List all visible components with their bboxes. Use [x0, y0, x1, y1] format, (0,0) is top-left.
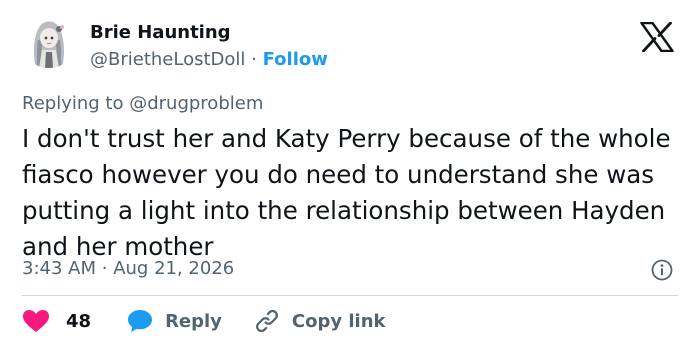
divider — [22, 295, 678, 296]
x-logo-icon[interactable] — [640, 21, 674, 53]
copy-link-label: Copy link — [291, 310, 386, 332]
speech-bubble-icon — [128, 310, 153, 332]
avatar[interactable] — [22, 14, 76, 68]
action-bar: 48 Reply Copy link — [22, 306, 386, 336]
author-handle-line: @BrietheLostDoll · Follow — [90, 49, 328, 70]
heart-icon — [23, 310, 49, 332]
reply-label: Reply — [165, 310, 222, 332]
reply-mention-link[interactable]: @drugproblem — [129, 93, 263, 114]
reply-button[interactable]: Reply — [127, 309, 222, 333]
follow-button[interactable]: Follow — [263, 49, 328, 70]
author-name[interactable]: Brie Haunting — [90, 22, 231, 43]
like-count: 48 — [66, 310, 92, 332]
tweet-time: 3:43 AM — [22, 258, 96, 279]
info-icon[interactable] — [651, 259, 673, 281]
author-handle[interactable]: @BrietheLostDoll — [90, 49, 245, 70]
handle-separator: · — [251, 49, 257, 70]
timestamp-separator: · — [101, 258, 108, 279]
like-button[interactable]: 48 — [22, 309, 91, 333]
copy-link-button[interactable]: Copy link — [254, 309, 386, 333]
link-icon — [255, 309, 278, 333]
reply-context: Replying to @drugproblem — [22, 93, 263, 114]
tweet-text: I don't trust her and Katy Perry because… — [22, 124, 671, 261]
reply-prefix: Replying to — [22, 93, 124, 114]
tweet-timestamp[interactable]: 3:43 AM · Aug 21, 2026 — [22, 258, 234, 279]
avatar-image — [22, 14, 76, 68]
tweet-date: Aug 21, 2026 — [113, 258, 235, 279]
